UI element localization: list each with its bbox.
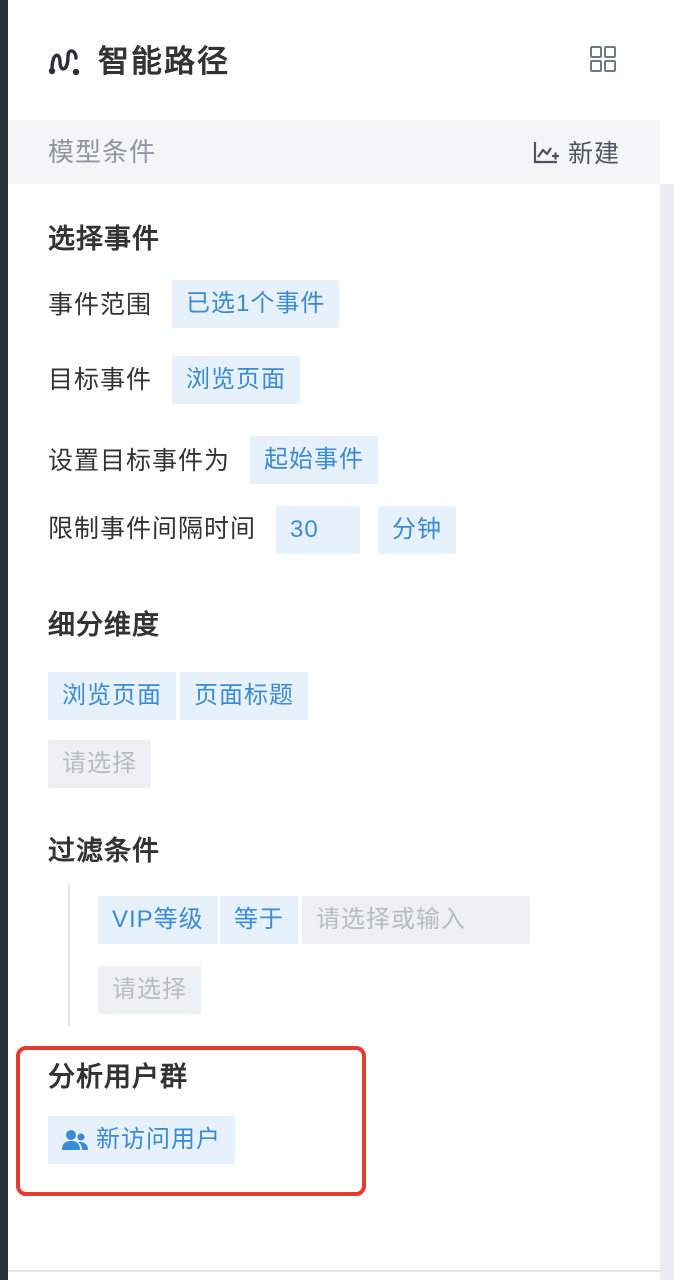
dimension-tag-page-title[interactable]: 页面标题 xyxy=(180,672,308,720)
set-target-selector[interactable]: 起始事件 xyxy=(250,436,378,484)
filter-heading: 过滤条件 xyxy=(48,836,160,866)
new-model-label: 新建 xyxy=(568,140,621,168)
bottom-divider xyxy=(8,1270,660,1272)
interval-unit-selector[interactable]: 分钟 xyxy=(378,506,456,554)
new-model-button[interactable]: 新建 xyxy=(532,134,620,170)
model-conditions-bar: 模型条件 新建 xyxy=(8,120,660,184)
event-range-selector[interactable]: 已选1个事件 xyxy=(172,280,340,328)
set-target-label: 设置目标事件为 xyxy=(48,447,231,475)
filter-operator-select[interactable]: 等于 xyxy=(220,896,298,944)
filter-value-input[interactable]: 请选择或输入 xyxy=(302,896,530,944)
path-logo-icon xyxy=(48,49,80,76)
event-range-label: 事件范围 xyxy=(48,291,153,319)
dimension-heading: 细分维度 xyxy=(48,610,160,640)
scrollbar-track[interactable] xyxy=(660,0,674,1280)
dimension-add-select[interactable]: 请选择 xyxy=(48,740,151,788)
interval-input[interactable]: 30 xyxy=(276,506,360,554)
filter-add-select[interactable]: 请选择 xyxy=(98,966,201,1014)
model-conditions-title: 模型条件 xyxy=(48,137,157,167)
grid-icon[interactable] xyxy=(588,44,618,74)
left-nav-strip xyxy=(0,0,8,1280)
filter-indent-line xyxy=(68,884,70,1026)
select-event-heading: 选择事件 xyxy=(48,224,160,254)
target-event-label: 目标事件 xyxy=(48,366,153,394)
dimension-tag-browse-page[interactable]: 浏览页面 xyxy=(48,672,176,720)
highlight-annotation-box xyxy=(16,1046,366,1196)
filter-field-select[interactable]: VIP等级 xyxy=(98,896,218,944)
page-title: 智能路径 xyxy=(98,44,230,79)
panel-header: 智能路径 xyxy=(8,0,660,120)
add-chart-icon xyxy=(533,142,559,164)
interval-label: 限制事件间隔时间 xyxy=(48,515,257,543)
target-event-selector[interactable]: 浏览页面 xyxy=(172,356,300,404)
scrollbar-top-area xyxy=(660,0,674,184)
